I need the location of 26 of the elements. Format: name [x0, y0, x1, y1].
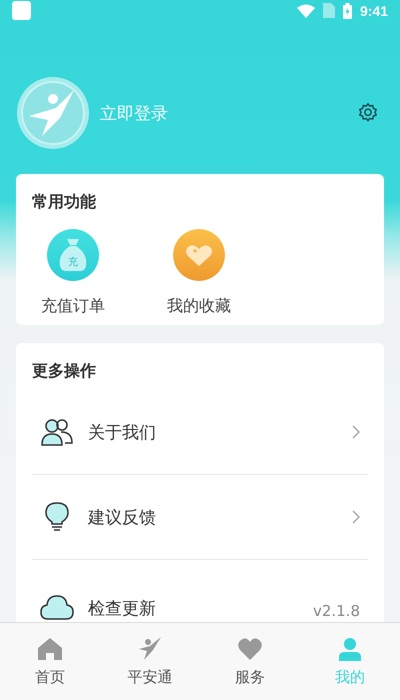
nav-tab[interactable]: 首页	[0, 623, 100, 700]
menu-item-label[interactable]: 检查更新	[88, 597, 313, 620]
no-sim-icon	[322, 3, 335, 18]
function-label[interactable]: 我的收藏	[167, 296, 231, 318]
chevron-right-icon[interactable]	[352, 425, 360, 439]
menu-item-label[interactable]: 建议反馈	[88, 506, 352, 528]
notification-icon	[12, 1, 31, 20]
home-icon	[37, 636, 63, 662]
wifi-icon	[296, 4, 315, 18]
nav-tab[interactable]: 服务	[200, 623, 300, 700]
battery-icon	[342, 2, 352, 19]
chevron-right-icon[interactable]	[352, 510, 360, 524]
section-title: 常用功能	[32, 192, 96, 214]
runner-icon	[137, 636, 163, 662]
menu-item-label[interactable]: 关于我们	[88, 420, 352, 444]
section-title: 更多操作	[32, 361, 96, 382]
settings-icon[interactable]	[357, 102, 379, 124]
function-label[interactable]: 充值订单	[41, 296, 105, 318]
nav-tab[interactable]: 平安通	[100, 623, 200, 700]
heart-icon	[237, 636, 263, 662]
avatar-icon[interactable]	[16, 76, 90, 150]
person-icon	[337, 636, 363, 662]
people-icon	[40, 417, 74, 447]
version-text: v2.1.8	[312, 602, 360, 620]
cloud-icon	[40, 594, 74, 620]
clock-time: 9:41	[360, 2, 388, 19]
